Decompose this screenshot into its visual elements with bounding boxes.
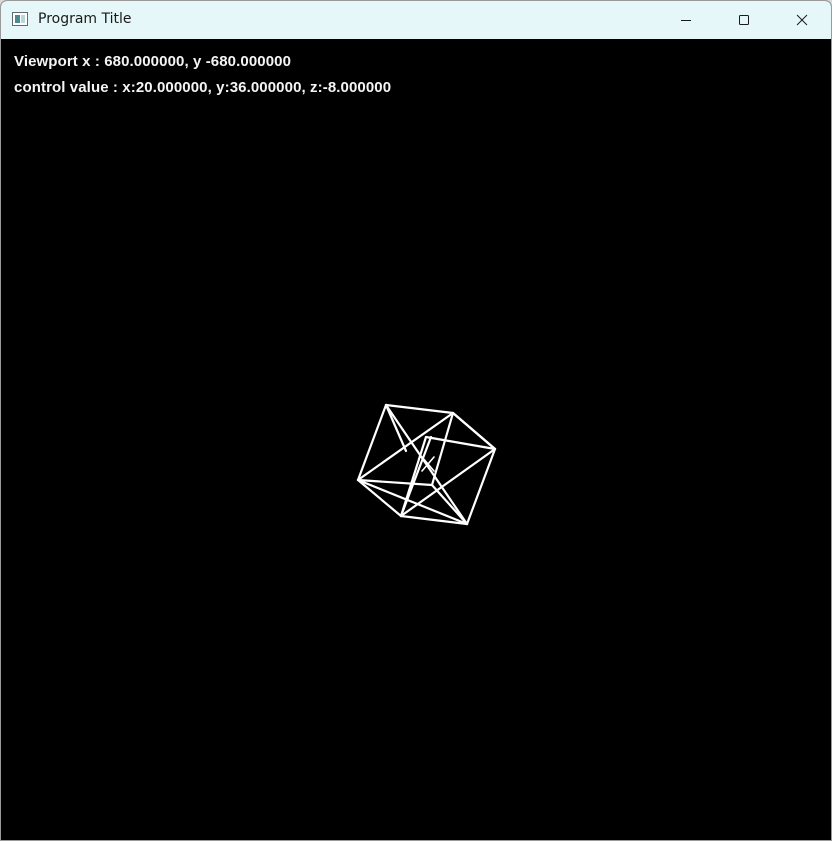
close-icon — [796, 14, 808, 26]
window-title: Program Title — [38, 11, 132, 27]
wireframe-scene — [356, 403, 497, 526]
render-viewport[interactable]: Viewport x : 680.000000, y -680.000000 c… — [1, 39, 831, 840]
cube-edge — [356, 478, 403, 518]
maximize-icon — [739, 15, 749, 25]
minimize-button[interactable] — [657, 1, 715, 39]
cube-edge — [356, 403, 388, 482]
wireframe-cube — [356, 403, 497, 526]
cube-diagonal — [399, 447, 497, 518]
cube-edge — [430, 411, 455, 487]
cube-diagonal — [356, 411, 455, 482]
app-icon-pane-right — [21, 15, 25, 23]
app-icon-pane-left — [15, 15, 20, 23]
cube-edge — [384, 403, 455, 415]
control-value-readout: control value : x:20.000000, y:36.000000… — [14, 79, 392, 96]
viewport-readout: Viewport x : 680.000000, y -680.000000 — [14, 53, 292, 70]
app-window-icon[interactable] — [12, 12, 28, 26]
app-window: Program Title Viewport x: 680.000000, y… — [0, 0, 832, 841]
close-button[interactable] — [773, 1, 831, 39]
cube-diagonal — [384, 403, 469, 526]
cube-edge — [384, 403, 408, 453]
title-bar[interactable]: Program Title — [1, 1, 831, 39]
minimize-icon — [681, 20, 691, 21]
maximize-button[interactable] — [715, 1, 773, 39]
